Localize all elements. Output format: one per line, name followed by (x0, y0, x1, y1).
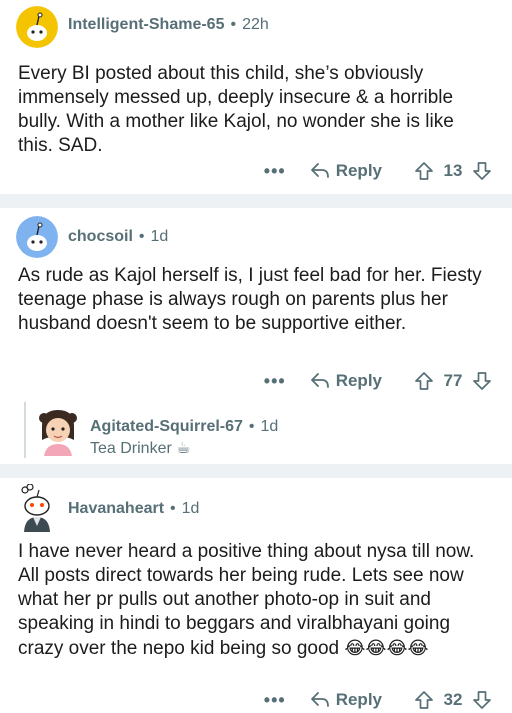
comment-body: I have never heard a positive thing abou… (18, 540, 488, 661)
vote-controls: 32 (414, 690, 492, 710)
avatar[interactable] (16, 484, 58, 532)
upvote-icon[interactable] (414, 690, 434, 710)
reply-button[interactable]: Reply (310, 371, 382, 391)
reply-label: Reply (335, 371, 382, 390)
vote-controls: 77 (414, 371, 492, 391)
vote-count: 32 (443, 690, 463, 709)
comment-actions: ••• Reply 32 (264, 687, 492, 713)
username[interactable]: Intelligent-Shame-65 (68, 16, 224, 33)
comment-body: Every BI posted about this child, she’s … (18, 63, 454, 156)
comment-meta: Agitated-Squirrel-67 • 1d (90, 418, 278, 436)
divider (0, 194, 512, 208)
reply-icon (310, 692, 329, 707)
separator: • (170, 500, 176, 517)
avatar[interactable] (16, 6, 58, 48)
reply-button[interactable]: Reply (310, 690, 382, 710)
comment-body: As rude as Kajol herself is, I just feel… (18, 265, 482, 334)
downvote-icon[interactable] (472, 371, 492, 391)
comment-meta: chocsoil • 1d (68, 228, 168, 246)
vote-count: 13 (443, 161, 463, 180)
comment-actions: ••• Reply 77 (264, 368, 492, 394)
more-options-button[interactable]: ••• (264, 161, 286, 182)
separator: • (248, 418, 255, 435)
downvote-icon[interactable] (472, 161, 492, 181)
reply-icon (310, 163, 329, 178)
emoji-laughing: 😂😂😂😂 (344, 638, 429, 658)
vote-controls: 13 (414, 161, 492, 181)
reply-label: Reply (335, 161, 382, 180)
upvote-icon[interactable] (414, 371, 434, 391)
comment-meta: Intelligent-Shame-65 • 22h (68, 16, 269, 34)
separator: • (138, 228, 145, 245)
timestamp: 1d (150, 228, 169, 245)
avatar[interactable] (36, 406, 80, 456)
more-options-button[interactable]: ••• (264, 690, 286, 711)
username[interactable]: Agitated-Squirrel-67 (90, 418, 243, 435)
more-options-button[interactable]: ••• (264, 371, 286, 392)
upvote-icon[interactable] (414, 161, 434, 181)
reply-label: Reply (335, 690, 382, 709)
timestamp: 1d (260, 418, 279, 435)
timestamp: 1d (181, 500, 200, 517)
divider (0, 464, 512, 478)
reply-button[interactable]: Reply (310, 161, 382, 181)
avatar[interactable] (16, 216, 58, 258)
user-flair: Tea Drinker ☕ (90, 440, 191, 457)
timestamp: 22h (242, 16, 269, 33)
comment-actions: ••• Reply 13 (264, 158, 492, 184)
vote-count: 77 (443, 371, 463, 390)
thread-line[interactable] (24, 402, 26, 458)
downvote-icon[interactable] (472, 690, 492, 710)
comment-meta: Havanaheart • 1d (68, 500, 199, 518)
username[interactable]: chocsoil (68, 228, 133, 245)
reply-icon (310, 373, 329, 388)
separator: • (230, 16, 237, 33)
username[interactable]: Havanaheart (68, 500, 164, 517)
